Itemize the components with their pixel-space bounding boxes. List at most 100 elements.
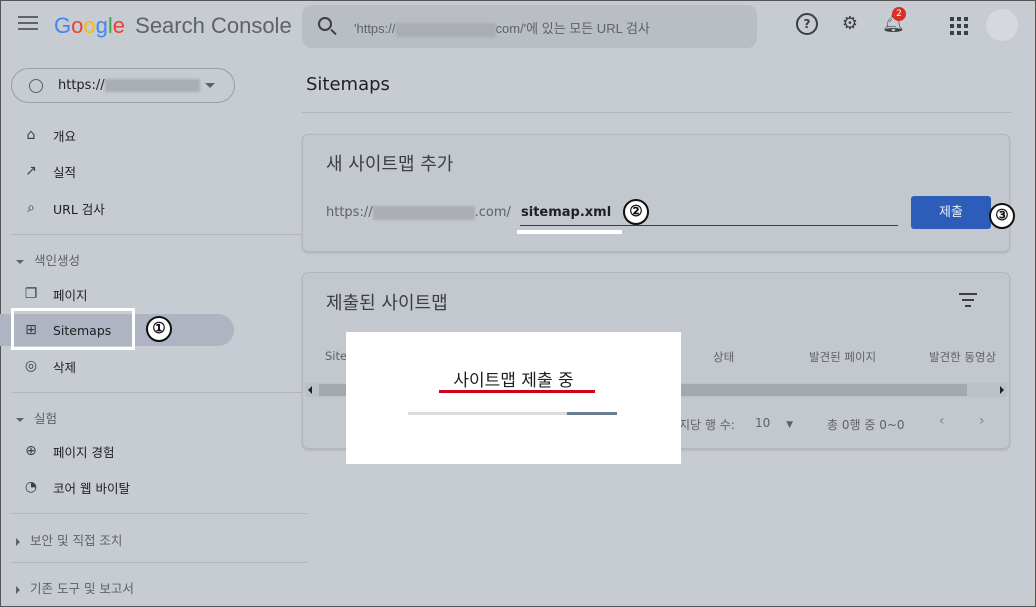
search-icon <box>318 17 332 31</box>
account-avatar[interactable] <box>986 9 1018 41</box>
search-placeholder-suffix: com/'에 있는 모든 URL 검사 <box>495 21 650 36</box>
apps-grid-icon[interactable] <box>950 17 968 35</box>
column-header-status[interactable]: 상태 <box>713 349 734 365</box>
property-label: https:// <box>58 78 200 93</box>
section-label: 색인생성 <box>34 253 81 268</box>
card-title: 제출된 사이트맵 <box>326 293 448 314</box>
add-sitemap-card: 새 사이트맵 추가 https:// .com/ sitemap.xml ② 제출… <box>302 134 1015 252</box>
annotation-highlight-box <box>11 308 135 350</box>
column-header-sitemap[interactable]: Site <box>325 349 347 363</box>
trending-up-icon: ↗ <box>25 163 37 179</box>
sidebar-item-label: 실적 <box>53 164 77 180</box>
top-app-bar: Google Search Console 'https:// com/'에 있는… <box>0 0 1036 55</box>
url-inspect-search[interactable]: 'https:// com/'에 있는 모든 URL 검사 <box>302 5 757 48</box>
sitemap-url-prefix: https:// .com/ <box>326 205 511 220</box>
chevron-down-icon <box>205 83 215 88</box>
filter-icon[interactable] <box>959 293 977 311</box>
section-label: 보안 및 직접 조치 <box>30 533 123 548</box>
annotation-underline <box>439 390 595 393</box>
logo-letter: g <box>95 13 108 38</box>
redacted-domain <box>395 22 496 37</box>
logo-letter: o <box>71 13 84 38</box>
search-placeholder: 'https:// com/'에 있는 모든 URL 검사 <box>354 18 650 37</box>
sidebar-divider <box>11 513 308 514</box>
sidebar-item-pages[interactable]: ❐ 페이지 <box>0 278 234 310</box>
scroll-left-icon[interactable] <box>308 386 312 394</box>
globe-icon <box>29 79 43 93</box>
speed-icon: ◔ <box>24 479 38 495</box>
sidebar-item-performance[interactable]: ↗ 실적 <box>0 155 234 187</box>
sidebar-item-url-inspection[interactable]: ⌕ URL 검사 <box>0 192 234 224</box>
manage-users-icon[interactable]: ⚙ <box>839 13 861 35</box>
sidebar-item-label: URL 검사 <box>53 201 105 217</box>
sidebar-item-core-web-vitals[interactable]: ◔ 코어 웹 바이탈 <box>0 471 234 503</box>
search-placeholder-prefix: 'https:// <box>354 21 396 36</box>
sidebar-divider <box>11 234 308 235</box>
rows-per-page-label: 지당 행 수: <box>679 418 735 432</box>
chevron-right-icon <box>16 585 20 594</box>
header-divider <box>302 112 1012 113</box>
sidebar-item-page-experience[interactable]: ⊕ 페이지 경험 <box>0 435 234 467</box>
logo-letter: o <box>83 13 96 38</box>
section-label: 실험 <box>34 411 58 426</box>
add-circle-icon: ⊕ <box>25 443 37 459</box>
home-icon: ⌂ <box>26 127 36 143</box>
top-icon-group: ? ⚙ 🔔︎ 2 <box>796 7 925 35</box>
sitemap-url-input[interactable]: sitemap.xml <box>520 199 898 226</box>
property-url-prefix: https:// <box>58 78 105 93</box>
sidebar-item-overview[interactable]: ⌂ 개요 <box>0 119 234 151</box>
sidebar-item-label: 삭제 <box>53 359 77 375</box>
notification-badge: 2 <box>892 7 906 21</box>
redacted-domain <box>104 79 200 92</box>
sidebar-divider <box>11 562 308 563</box>
visibility-off-icon: ◎ <box>24 358 38 374</box>
sidebar-item-label: 코어 웹 바이탈 <box>53 480 130 496</box>
annotation-underline <box>517 230 622 234</box>
annotation-step-3: ③ <box>989 203 1015 229</box>
page-title: Sitemaps <box>306 74 390 95</box>
pagination-range: 총 0행 중 0~0 <box>827 418 905 432</box>
progress-bar <box>408 412 617 415</box>
logo-letter: G <box>54 13 72 38</box>
section-indexing[interactable]: 색인생성 <box>16 250 80 269</box>
submit-button[interactable]: 제출 <box>911 196 991 229</box>
card-title: 새 사이트맵 추가 <box>326 154 454 175</box>
section-security[interactable]: 보안 및 직접 조치 <box>16 530 122 549</box>
dialog-title: 사이트맵 제출 중 <box>453 371 574 391</box>
column-header-discovered-videos[interactable]: 발견한 동영상 <box>929 349 996 365</box>
search-icon: ⌕ <box>27 200 35 216</box>
product-name: Search Console <box>135 13 292 38</box>
annotation-step-1: ① <box>146 316 172 342</box>
sidebar-item-label: 페이지 경험 <box>53 444 115 460</box>
submitting-dialog: 사이트맵 제출 중 <box>346 332 681 464</box>
app-logo[interactable]: Google Search Console <box>54 13 292 39</box>
menu-icon[interactable] <box>18 16 38 32</box>
column-header-discovered-pages[interactable]: 발견된 페이지 <box>809 349 876 365</box>
progress-fill <box>566 412 617 415</box>
chevron-right-icon <box>16 537 20 546</box>
sidebar-item-removals[interactable]: ◎ 삭제 <box>0 350 234 382</box>
section-legacy-tools[interactable]: 기존 도구 및 보고서 <box>16 578 134 597</box>
logo-letter: e <box>112 13 126 38</box>
chevron-down-icon <box>16 259 24 264</box>
help-icon[interactable]: ? <box>796 13 818 35</box>
chevron-down-icon <box>16 417 24 422</box>
annotation-step-2: ② <box>623 199 649 225</box>
prefix-start: https:// <box>326 205 373 220</box>
next-page-icon[interactable]: › <box>979 413 985 429</box>
section-experience[interactable]: 실험 <box>16 408 57 427</box>
chevron-down-icon: ▼ <box>786 420 794 430</box>
scroll-right-icon[interactable] <box>1000 386 1004 394</box>
property-selector[interactable]: https:// <box>11 68 235 103</box>
rows-per-page-value: 10 <box>755 416 771 430</box>
sidebar-item-label: 페이지 <box>53 287 88 303</box>
rows-per-page-select[interactable]: 10 ▼ <box>755 416 793 430</box>
sidebar-divider <box>11 392 308 393</box>
notifications-icon[interactable]: 🔔︎ 2 <box>882 7 906 35</box>
pages-icon: ❐ <box>24 286 38 302</box>
prev-page-icon[interactable]: ‹ <box>939 413 945 429</box>
sidebar-item-label: 개요 <box>53 128 77 144</box>
redacted-domain <box>372 205 475 220</box>
prefix-end: .com/ <box>474 205 511 220</box>
section-label: 기존 도구 및 보고서 <box>30 581 134 596</box>
